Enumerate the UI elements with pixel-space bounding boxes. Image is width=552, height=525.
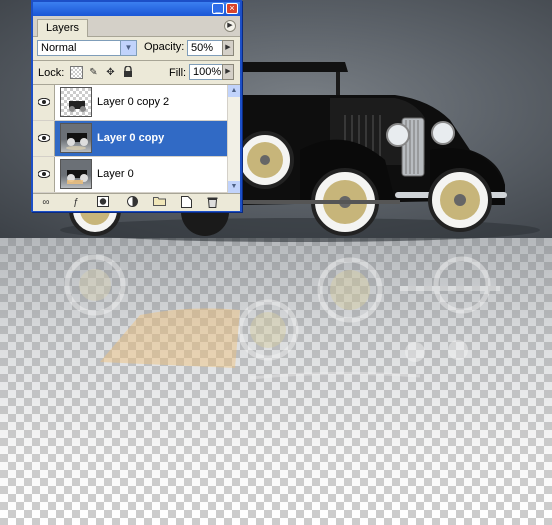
new-layer-icon[interactable] xyxy=(179,196,193,209)
mask-icon[interactable] xyxy=(96,196,110,209)
padlock-icon[interactable] xyxy=(121,65,134,79)
fill-input[interactable]: 100% ▶ xyxy=(189,64,234,80)
brush-lock-icon[interactable]: ✎ xyxy=(87,66,100,79)
opacity-slider-toggle[interactable]: ▶ xyxy=(222,40,234,56)
folder-icon[interactable] xyxy=(152,196,166,209)
minimize-button[interactable]: _ xyxy=(212,3,224,14)
eye-icon xyxy=(38,170,50,178)
layer-row[interactable]: Layer 0 xyxy=(33,157,227,193)
blend-mode-select[interactable]: Normal ▼ xyxy=(37,40,137,56)
scroll-up-icon[interactable]: ▲ xyxy=(228,85,240,97)
layer-thumbnail xyxy=(60,87,92,117)
layer-thumbnail xyxy=(60,159,92,189)
visibility-toggle[interactable] xyxy=(33,85,55,120)
scroll-down-icon[interactable]: ▼ xyxy=(228,181,240,193)
layer-thumbnail xyxy=(60,123,92,153)
visibility-toggle[interactable] xyxy=(33,121,55,156)
eye-icon xyxy=(38,134,50,142)
layer-row-selected[interactable]: Layer 0 copy xyxy=(33,121,227,157)
layer-name[interactable]: Layer 0 xyxy=(97,168,134,180)
chevron-down-icon: ▼ xyxy=(120,41,136,55)
move-lock-icon[interactable]: ✥ xyxy=(104,66,117,79)
visibility-toggle[interactable] xyxy=(33,157,55,192)
layer-style-icon[interactable]: ƒ xyxy=(69,196,83,209)
layer-name[interactable]: Layer 0 copy 2 xyxy=(97,96,169,108)
trash-icon[interactable] xyxy=(205,196,219,209)
opacity-label: Opacity: xyxy=(144,41,185,53)
layer-list[interactable]: Layer 0 copy 2 Layer 0 copy Layer 0 xyxy=(33,85,227,193)
opacity-value: 50% xyxy=(191,42,214,54)
fill-label: Fill: xyxy=(169,67,187,79)
palette-menu-button[interactable]: ▶ xyxy=(224,20,236,32)
tab-layers[interactable]: Layers xyxy=(37,19,89,37)
fill-slider-toggle[interactable]: ▶ xyxy=(222,64,234,80)
layers-palette[interactable]: _ × Layers ▶ Normal ▼ Opacity: 50% ▶ Loc… xyxy=(31,0,242,212)
layer-name[interactable]: Layer 0 copy xyxy=(97,132,164,144)
palette-tab-row: Layers ▶ xyxy=(33,16,240,37)
lock-label: Lock: xyxy=(38,67,65,79)
close-button[interactable]: × xyxy=(226,3,238,14)
layer-row[interactable]: Layer 0 copy 2 xyxy=(33,85,227,121)
palette-titlebar[interactable]: _ × xyxy=(33,2,240,16)
blend-mode-value: Normal xyxy=(41,42,77,54)
palette-bottom-toolbar: ∞ ƒ xyxy=(33,193,240,211)
divider xyxy=(33,60,240,61)
link-icon[interactable]: ∞ xyxy=(39,196,53,209)
eye-icon xyxy=(38,98,50,106)
opacity-input[interactable]: 50% ▶ xyxy=(187,40,234,56)
transparency-lock-icon[interactable] xyxy=(70,66,83,79)
layer-list-scrollbar[interactable]: ▲ ▼ xyxy=(227,85,240,193)
fill-value: 100% xyxy=(193,66,222,78)
adjustment-icon[interactable] xyxy=(125,196,139,209)
